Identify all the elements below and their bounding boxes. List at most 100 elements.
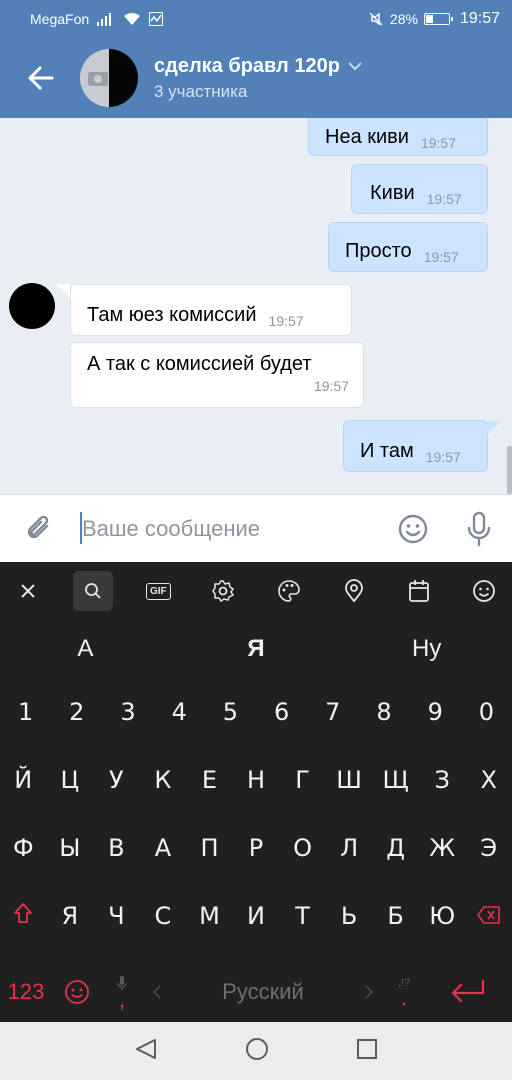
key[interactable]: Ц <box>47 766 94 794</box>
key[interactable]: Ш <box>326 766 373 794</box>
message-bubble[interactable]: А так с комиссией будет 19:57 <box>70 342 364 408</box>
key[interactable]: У <box>93 766 140 794</box>
key[interactable]: Ж <box>419 834 466 862</box>
key[interactable]: П <box>186 834 233 862</box>
bubble-tail <box>56 284 70 298</box>
key[interactable]: Э <box>465 834 512 862</box>
space-key[interactable]: Русский <box>142 979 384 1005</box>
keyboard-theme-button[interactable] <box>269 571 309 611</box>
key[interactable]: А <box>140 834 187 862</box>
key[interactable]: Ч <box>93 902 140 930</box>
keyboard-close-button[interactable] <box>8 571 48 611</box>
key[interactable]: О <box>279 834 326 862</box>
key[interactable]: 1 <box>0 698 51 726</box>
key[interactable]: Ь <box>326 902 373 930</box>
attach-button[interactable] <box>0 514 80 544</box>
keyboard-search-button[interactable] <box>73 571 114 611</box>
key[interactable]: Б <box>372 902 419 930</box>
keyboard-emoji-button[interactable] <box>464 571 504 611</box>
shift-icon <box>14 903 33 923</box>
message-bubble[interactable]: Там юез комиссий 19:57 <box>70 284 352 336</box>
message-placeholder: Ваше сообщение <box>82 515 260 541</box>
key[interactable]: 6 <box>256 698 307 726</box>
scrollbar[interactable] <box>507 446 512 494</box>
key[interactable]: Я <box>47 902 94 930</box>
key[interactable]: Г <box>279 766 326 794</box>
emoji-key[interactable] <box>52 979 102 1005</box>
backspace-key[interactable] <box>465 902 512 930</box>
smiley-icon <box>398 514 428 543</box>
nav-back-button[interactable] <box>134 1038 158 1065</box>
key[interactable]: Ю <box>419 902 466 930</box>
chat-title: сделка бравл 120р <box>154 54 340 77</box>
chevron-down-icon <box>348 62 362 71</box>
voice-button[interactable] <box>446 511 512 547</box>
key[interactable]: Ы <box>47 834 94 862</box>
message-bubble[interactable]: Неа киви 19:57 <box>308 118 488 156</box>
message-list[interactable]: Неа киви 19:57 Киви 19:57 Просто 19:57 Т… <box>0 118 512 494</box>
key[interactable]: Р <box>233 834 280 862</box>
suggestion-item[interactable]: Я <box>171 635 342 663</box>
message-input[interactable]: Ваше сообщение <box>80 511 380 544</box>
suggestion-bar: А Я Ну <box>0 620 512 678</box>
chevron-left-icon <box>152 985 161 999</box>
suggestion-item[interactable]: Ну <box>341 635 512 663</box>
key[interactable]: Т <box>279 902 326 930</box>
key[interactable]: Н <box>233 766 280 794</box>
nav-recents-button[interactable] <box>356 1038 378 1065</box>
keyboard-location-button[interactable] <box>334 571 374 611</box>
key[interactable]: К <box>140 766 187 794</box>
keyboard-gif-button[interactable]: GIF <box>138 571 178 611</box>
digit-row: 1 2 3 4 5 6 7 8 9 0 <box>0 678 512 746</box>
enter-key[interactable] <box>424 979 512 1005</box>
numbers-key[interactable]: 123 <box>0 979 52 1005</box>
emoji-icon <box>473 580 495 602</box>
palette-icon <box>277 580 300 602</box>
key[interactable]: Л <box>326 834 373 862</box>
keyboard-settings-button[interactable] <box>203 571 243 611</box>
key[interactable]: 3 <box>102 698 153 726</box>
battery-percent: 28% <box>389 11 418 27</box>
key[interactable]: Щ <box>372 766 419 794</box>
key[interactable]: Й <box>0 766 47 794</box>
key[interactable]: 0 <box>461 698 512 726</box>
key[interactable]: Е <box>186 766 233 794</box>
letter-row-2: Ф Ы В А П Р О Л Д Ж Э <box>0 814 512 882</box>
sender-avatar[interactable] <box>9 283 55 329</box>
chat-title-block[interactable]: сделка бравл 120р 3 участника <box>154 55 362 102</box>
key[interactable]: Ф <box>0 834 47 862</box>
period-key[interactable]: ,!? . <box>384 977 424 1010</box>
message-time: 19:57 <box>420 135 457 151</box>
nav-home-button[interactable] <box>245 1037 269 1066</box>
key[interactable]: М <box>186 902 233 930</box>
message-bubble[interactable]: И там 19:57 <box>343 420 488 472</box>
shift-key[interactable] <box>0 902 47 930</box>
emoji-button[interactable] <box>380 513 446 545</box>
key[interactable]: 7 <box>307 698 358 726</box>
suggestion-item[interactable]: А <box>0 635 171 663</box>
enter-icon <box>451 979 485 1003</box>
period-label: . <box>400 985 408 1010</box>
calendar-icon <box>408 580 429 602</box>
key[interactable]: 5 <box>205 698 256 726</box>
key[interactable]: 2 <box>51 698 102 726</box>
status-time: 19:57 <box>459 10 500 27</box>
key[interactable]: Х <box>465 766 512 794</box>
chevron-right-icon <box>365 985 374 999</box>
key[interactable]: Д <box>372 834 419 862</box>
key[interactable]: З <box>419 766 466 794</box>
message-text: И там <box>360 440 414 462</box>
back-button[interactable] <box>0 38 80 118</box>
message-bubble[interactable]: Просто 19:57 <box>328 222 488 272</box>
key[interactable]: И <box>233 902 280 930</box>
key[interactable]: С <box>140 902 187 930</box>
key[interactable]: В <box>93 834 140 862</box>
message-bubble[interactable]: Киви 19:57 <box>351 164 488 214</box>
arrow-left-icon <box>28 66 54 90</box>
key[interactable]: 8 <box>358 698 409 726</box>
keyboard-calendar-button[interactable] <box>399 571 439 611</box>
comma-key[interactable]: , <box>102 975 142 1011</box>
chat-avatar[interactable] <box>80 49 138 107</box>
key[interactable]: 4 <box>154 698 205 726</box>
key[interactable]: 9 <box>410 698 461 726</box>
